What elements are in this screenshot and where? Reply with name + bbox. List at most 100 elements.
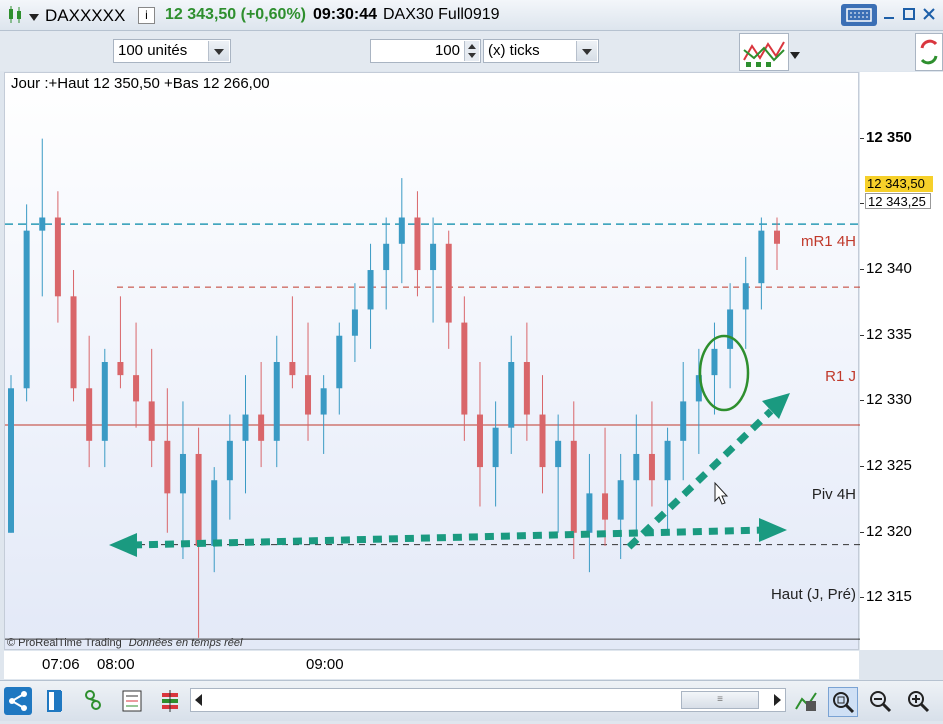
candle-body	[430, 243, 437, 271]
candle-body	[555, 440, 562, 468]
candle-body	[164, 440, 171, 494]
y-tick-mark	[860, 334, 864, 336]
units-select[interactable]: 100 unités	[113, 39, 231, 63]
bid-price-tag: 12 343,25	[865, 193, 931, 209]
units-select-value: 100 unités	[118, 42, 188, 59]
candle-body	[617, 480, 624, 520]
candle-body	[39, 217, 46, 231]
x-tick-0706: 07:06	[42, 656, 80, 673]
zoom-out-icon[interactable]	[866, 687, 894, 715]
symbol-name[interactable]: DAXXXXX	[45, 6, 125, 26]
candle-body	[664, 440, 671, 481]
title-bar: DAXXXXX i 12 343,50 (+0,60%) 09:30:44 DA…	[0, 0, 943, 31]
minimize-button[interactable]	[882, 7, 896, 21]
info-icon[interactable]: i	[138, 7, 155, 24]
candle-body	[117, 362, 124, 376]
candle-body	[258, 414, 265, 441]
list-icon[interactable]	[118, 687, 146, 715]
y-tick-mark	[860, 597, 864, 599]
realtime-note: Données en temps réel	[128, 637, 243, 649]
candle-body	[195, 453, 202, 546]
zoom-in-icon[interactable]	[904, 687, 932, 715]
candlestick-icon	[6, 5, 24, 30]
chevron-down-icon[interactable]	[576, 41, 597, 61]
y-tick-label: 12 320	[866, 522, 912, 540]
price-chart[interactable]: Jour :+Haut 12 350,50 +Bas 12 266,00 mR1…	[4, 72, 860, 651]
copyright: © ProRealTime Trading	[7, 637, 122, 649]
candle-body	[86, 388, 93, 441]
chart-style-icon[interactable]	[739, 33, 789, 71]
candle-body	[461, 322, 468, 415]
candle-body	[539, 414, 546, 468]
y-tick-label: 12 350	[866, 128, 912, 146]
candle-body	[570, 440, 577, 533]
candle-body	[586, 493, 593, 533]
y-tick-label: 12 340	[866, 260, 912, 278]
y-tick-mark	[860, 400, 864, 402]
drawing-tools-icon[interactable]	[792, 687, 820, 715]
candle-body	[336, 335, 343, 389]
candle-body	[492, 427, 499, 468]
candle-body	[148, 401, 155, 441]
candle-body	[8, 388, 14, 533]
close-button[interactable]	[922, 7, 936, 21]
candle-body	[602, 493, 609, 520]
candle-body	[179, 453, 186, 494]
candle-body	[711, 348, 718, 376]
studies-icon[interactable]	[156, 687, 184, 715]
support-arrow-line	[132, 526, 766, 549]
zoom-select-icon[interactable]	[828, 687, 858, 717]
scroll-right-arrow[interactable]	[771, 692, 783, 711]
chart-header: Jour :+Haut 12 350,50 +Bas 12 266,00	[11, 75, 270, 92]
y-tick-label: 12 335	[866, 325, 912, 343]
horizontal-scrollbar[interactable]: ≡	[190, 688, 786, 712]
ticks-input[interactable]: 100	[370, 39, 481, 63]
y-tick-mark	[860, 531, 864, 533]
haut-label: Haut (J, Pré)	[770, 586, 856, 603]
scroll-thumb[interactable]: ≡	[681, 691, 759, 709]
share-icon[interactable]	[4, 687, 32, 715]
maximize-button[interactable]	[902, 7, 916, 21]
y-tick-mark	[860, 269, 864, 271]
candle-body	[226, 440, 233, 481]
candle-body	[101, 362, 108, 441]
chart-style-dropdown-icon[interactable]	[790, 48, 800, 63]
layout-icon[interactable]	[42, 687, 70, 715]
ticks-input-value: 100	[434, 42, 460, 59]
ticks-unit-select[interactable]: (x) ticks	[483, 39, 599, 63]
y-tick-label: 12 325	[866, 457, 912, 475]
mouse-cursor-icon	[714, 481, 729, 505]
mr1-label: mR1 4H	[800, 233, 856, 250]
candle-body	[445, 243, 452, 323]
y-tick-mark	[860, 466, 864, 468]
candle-body	[774, 230, 780, 244]
candle-body	[70, 296, 77, 389]
scroll-left-arrow[interactable]	[193, 692, 205, 711]
candle-body	[367, 270, 374, 310]
chart-toolbar: 100 unités 100 (x) ticks	[0, 31, 943, 71]
ticks-unit-value: (x) ticks	[488, 42, 540, 59]
chart-canvas[interactable]	[5, 73, 860, 651]
x-tick-0900: 09:00	[306, 656, 344, 673]
candle-body	[398, 217, 405, 244]
candle-body	[680, 401, 687, 441]
candle-body	[320, 388, 327, 415]
symbol-dropdown-icon[interactable]	[29, 9, 39, 27]
indicators-icon[interactable]	[80, 687, 108, 715]
price-axis[interactable]: 12 35012 34512 34012 33512 33012 32512 3…	[860, 72, 943, 650]
chevron-down-icon[interactable]	[208, 41, 229, 61]
clock: 09:30:44	[313, 6, 378, 23]
candle-body	[273, 362, 280, 441]
y-tick-label: 12 315	[866, 588, 912, 606]
r1j-label: R1 J	[825, 368, 856, 385]
candle-body	[383, 243, 390, 271]
keyboard-icon[interactable]	[841, 4, 877, 26]
last-price-tag: 12 343,50	[865, 176, 933, 192]
refresh-icon[interactable]	[915, 33, 943, 71]
time-axis[interactable]: 07:06 08:00 09:00	[4, 651, 859, 679]
last-price: 12 343,50 (+0,60%)	[165, 6, 306, 23]
candle-body	[305, 375, 312, 415]
spinner-icon[interactable]	[464, 41, 479, 61]
candle-body	[648, 453, 655, 481]
candle-body	[242, 414, 249, 441]
